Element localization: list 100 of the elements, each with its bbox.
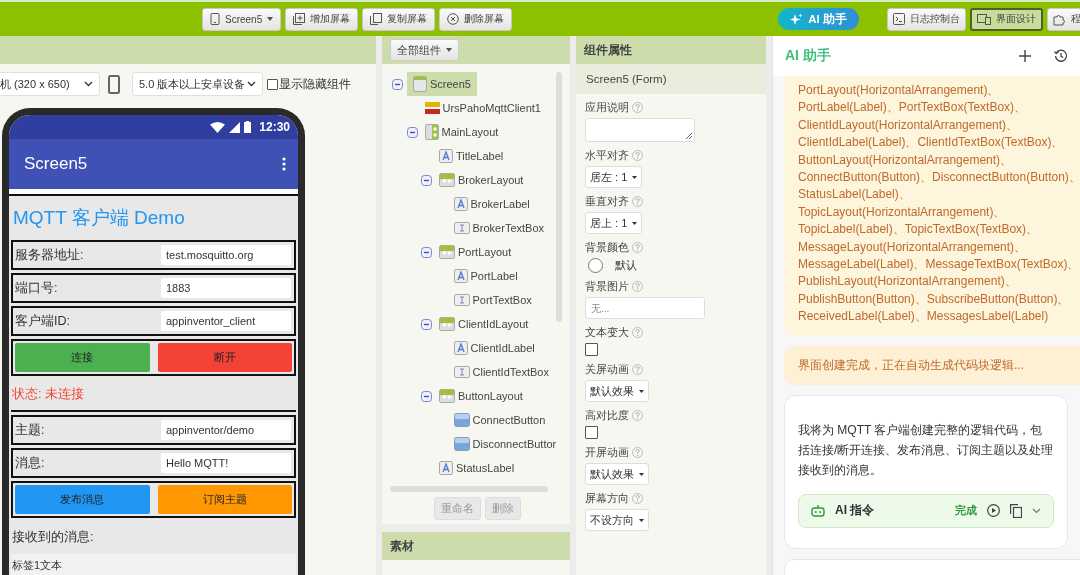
collapse-icon[interactable] [421,246,432,258]
view-tab[interactable]: 日志控制台 [886,7,966,31]
property-label: 屏幕方向 [585,491,629,506]
color-swatch[interactable] [588,258,603,273]
play-icon[interactable] [987,504,1000,518]
property-dropdown[interactable]: 不设方向 [585,509,649,531]
scrollbar[interactable] [556,72,562,322]
tree-item[interactable]: BrokerTextBox [450,220,548,236]
tree-item[interactable]: StatusLabel [436,459,518,477]
screen-menu[interactable]: Screen5 [202,7,282,31]
view-tab[interactable]: 界面设计 [969,7,1043,31]
text-field[interactable]: 1883 [161,278,291,298]
phone-icon [210,13,220,25]
text-field[interactable]: appinventor/demo [161,420,291,440]
checkbox[interactable] [267,78,278,90]
panel-title: 组件属性 [584,41,632,59]
tree-item[interactable]: PortTextBox [450,292,535,308]
copy-icon [370,13,383,25]
tree-item[interactable]: ClientIdTextBox [450,364,552,380]
tree-item[interactable]: UrsPahoMqttClient1 [421,99,544,117]
device-select[interactable]: 机 (320 x 650) [0,72,100,96]
devices-icon [976,13,991,25]
property-label: 应用说明 [585,100,629,115]
tree-item[interactable]: Screen5 [407,72,477,96]
property-dropdown[interactable]: 居上 : 1 [585,212,643,234]
tree-item[interactable]: BrokerLabel [450,195,533,213]
collapse-icon[interactable] [421,174,432,186]
phone-icon [108,74,120,94]
collapse-icon[interactable] [392,78,403,90]
tree-item[interactable]: MainLayout [421,122,502,142]
command-label: AI 指令 [835,502,876,520]
panel-title: 素材 [390,537,414,555]
terminal-icon [892,13,905,25]
property-dropdown[interactable]: 默认效果 [585,463,649,485]
toolbar-button[interactable]: 删除屏幕 [439,7,513,31]
property-label: 开屏动画 [585,445,629,460]
property-label: 背景图片 [585,279,629,294]
toolbar-button[interactable]: 复制屏幕 [362,7,436,31]
textbox-icon [453,222,470,234]
caret-icon [446,48,452,52]
sparkle-icon [790,12,804,26]
caret-icon [639,472,644,476]
tree-item[interactable]: TitleLabel [436,147,507,165]
property-dropdown[interactable]: 居左 : 1 [585,166,643,188]
toolbar-button[interactable]: 增加屏幕 [285,7,359,31]
checkbox[interactable] [585,426,598,439]
robot-icon [811,504,825,518]
scrollbar[interactable] [390,486,548,492]
textbox-icon [453,366,470,378]
tree-item[interactable]: BrokerLayout [436,171,527,189]
filter-dropdown[interactable]: 全部组件 [390,39,459,61]
button-icon [453,413,470,427]
field-label: 消息: [15,454,45,472]
text-field[interactable]: appinventor_client [161,311,291,331]
caret-icon [632,175,638,179]
tree-item[interactable]: PortLayout [436,243,515,261]
app-button[interactable]: 断开 [157,343,292,372]
progress-notice: 界面创建完成，正在自动生成代码块逻辑... [784,345,1080,385]
text-field[interactable]: test.mosquitto.org [161,245,291,265]
tree-item[interactable]: DisconnectButtor [450,435,560,453]
text-field[interactable]: Hello MQTT! [161,453,291,473]
component-list-message: PortLayout(HorizontalArrangement)、 PortLabel(Label)、PortTextBox(TextBox)、 ClientIdLayout(HorizontalArrangement)、 ClientIdLabel(Label)、ClientIdTextBox(TextBox)、 ButtonLayout(HorizontalArrangement)、 ConnectButton(Button)、DisconnectButton(Button)、 StatusLabel(Label)、 TopicLayout(HorizontalArrangement)、 TopicLabel(Label)、TopicTextBox(TextBox)、 MessageLayout(HorizontalArrangement)、 MessageLabel(Label)、MessageTextBox(TextBox)、 PublishLayout(HorizontalArrangement)、 PublishButton(Button)、SubscribeButton(Button)、 ReceivedLabel(Label)、MessagesLabel(Label) [784,76,1080,336]
collapse-icon[interactable] [406,126,418,138]
more-icon[interactable] [282,157,286,171]
image-field[interactable]: 无... [585,297,705,319]
button-icon [453,437,470,451]
tree-item[interactable]: ConnectButton [450,411,549,429]
property-dropdown[interactable]: 默认效果 [585,380,649,402]
app-button[interactable]: 订阅主题 [157,485,292,514]
copy-icon[interactable] [1010,503,1022,518]
tree-item[interactable]: PortLabel [450,267,521,285]
puzzle-icon [1052,12,1066,26]
tree-item[interactable]: ClientIdLabel [450,339,538,357]
property-label: 高对比度 [585,408,629,423]
property-label: 水平对齐 [585,148,629,163]
app-button[interactable]: 发布消息 [15,485,150,514]
description-field[interactable] [585,118,695,142]
checkbox-label: 显示隐藏组件 [279,76,351,92]
tree-item[interactable]: ButtonLayout [436,387,526,405]
view-tab[interactable]: 程 [1046,7,1080,31]
caret-icon [639,389,644,393]
app-button[interactable]: 连接 [15,343,150,372]
screen-icon [413,76,427,92]
field-label: 服务器地址: [15,246,84,264]
property-label: 背景颜色 [585,240,629,255]
app-title: Screen5 [24,154,88,174]
label-icon [453,269,468,283]
wifi-icon [210,121,226,133]
command-status: 完成 [955,503,977,519]
message-text: 标签1文本 [11,554,296,575]
tree-item[interactable]: ClientIdLayout [436,315,532,333]
version-select[interactable]: 5.0 版本以上安卓设备 [132,72,263,96]
collapse-icon[interactable] [421,318,432,330]
collapse-icon[interactable] [421,390,432,402]
chevron-icon[interactable] [1032,507,1041,514]
plus-icon[interactable] [1019,50,1031,62]
history-icon[interactable] [1054,49,1068,63]
caret-icon [632,221,638,225]
checkbox[interactable] [585,343,598,356]
mqtt-icon [424,101,440,115]
